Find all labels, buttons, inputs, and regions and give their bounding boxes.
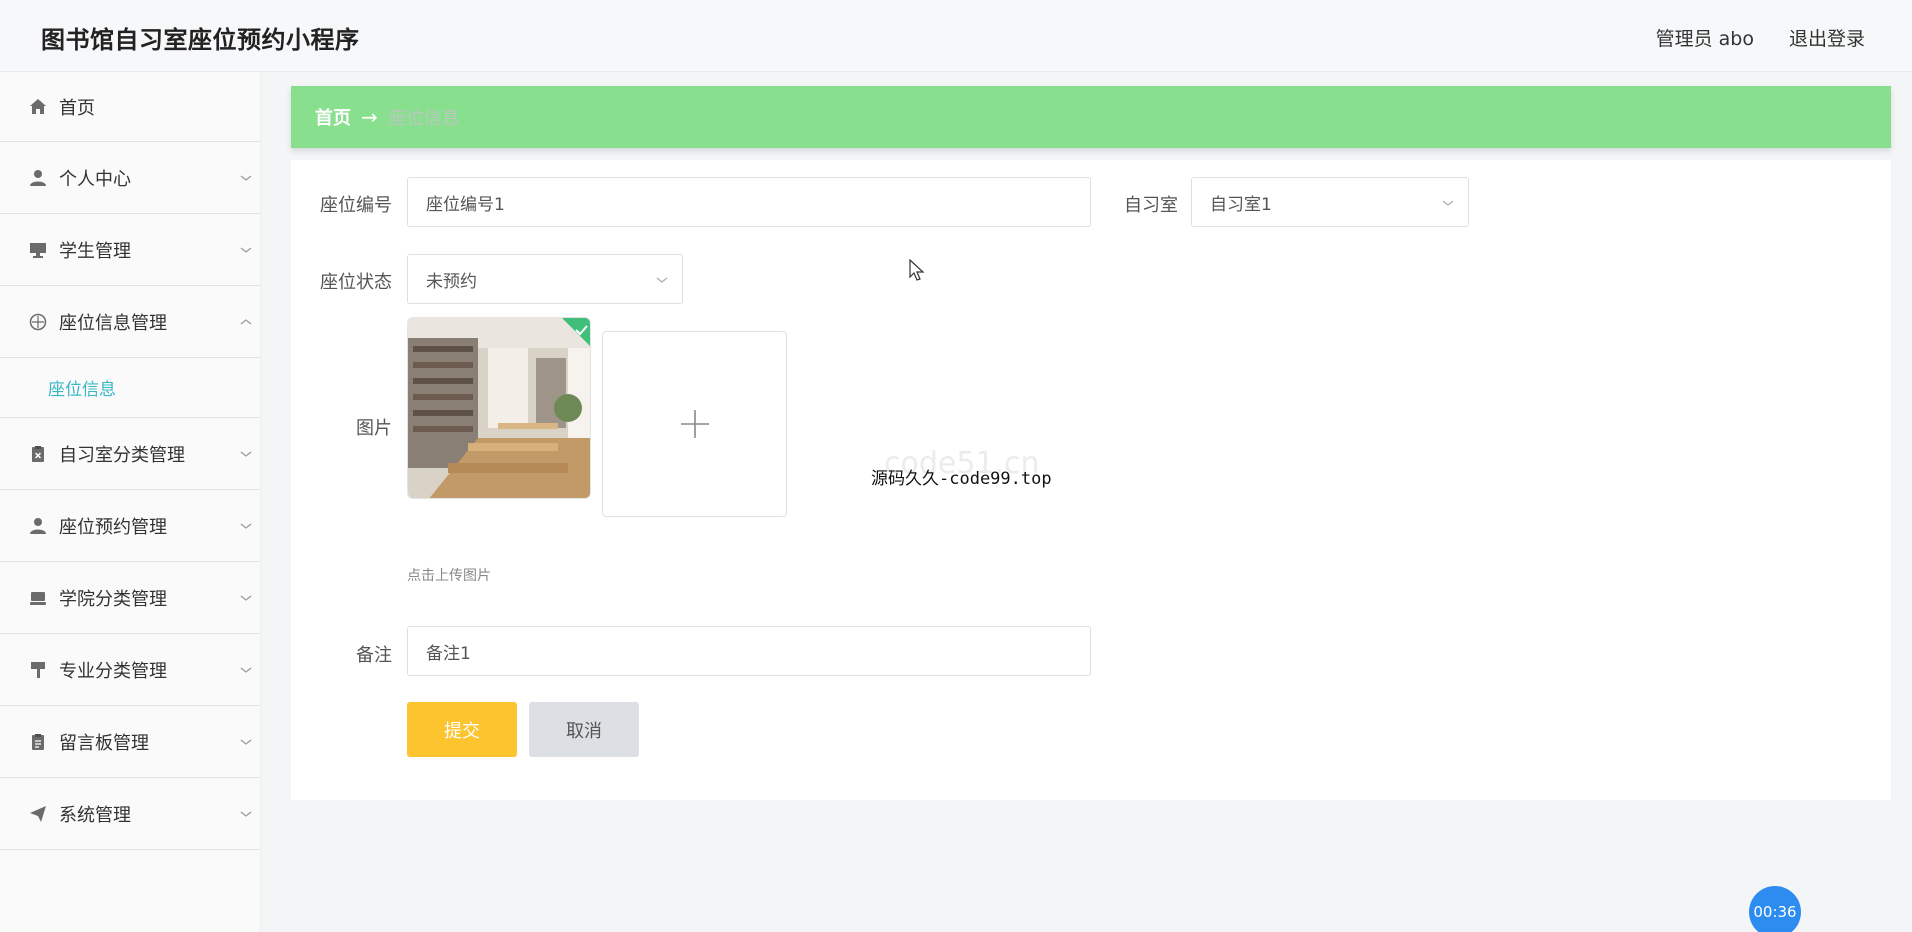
- sidebar-item-label: 留言板管理: [59, 732, 149, 754]
- compass-icon: [28, 312, 48, 332]
- sidebar-item-system-management[interactable]: 系统管理: [0, 778, 260, 850]
- chevron-down-icon: [240, 247, 252, 253]
- breadcrumb-arrow-icon: →: [361, 105, 378, 129]
- sidebar-item-label: 座位信息管理: [59, 312, 167, 334]
- seat-status-select[interactable]: 未预约: [407, 254, 683, 304]
- chevron-up-icon: [240, 318, 252, 324]
- seat-number-label: 座位编号: [320, 195, 392, 216]
- sidebar-item-label: 首页: [59, 97, 95, 119]
- breadcrumb-current: 座位信息: [387, 108, 460, 129]
- breadcrumb-home-link[interactable]: 首页: [315, 104, 351, 130]
- chevron-down-icon: [656, 277, 668, 283]
- clipboard-icon: [28, 732, 48, 752]
- sidebar-item-label: 座位预约管理: [59, 516, 167, 538]
- chevron-down-icon: [240, 739, 252, 745]
- sidebar-item-home[interactable]: 首页: [0, 72, 260, 142]
- monitor-icon: [28, 240, 48, 260]
- sidebar-item-label: 学院分类管理: [59, 588, 167, 610]
- image-upload-button[interactable]: [602, 331, 787, 517]
- chevron-down-icon: [240, 667, 252, 673]
- admin-label: 管理员 abo: [1655, 28, 1754, 50]
- paint-roller-icon: [28, 660, 48, 680]
- app-title: 图书馆自习室座位预约小程序: [41, 26, 360, 54]
- submit-button[interactable]: 提交: [407, 702, 517, 757]
- sidebar-item-label: 系统管理: [59, 804, 131, 826]
- monitor-icon: [28, 588, 48, 608]
- user-icon: [28, 168, 48, 188]
- seat-status-label: 座位状态: [320, 272, 392, 293]
- send-icon: [28, 804, 48, 824]
- timer-badge[interactable]: 00:36: [1749, 886, 1801, 932]
- sidebar-item-study-room-category[interactable]: 自习室分类管理: [0, 418, 260, 490]
- seat-status-value: 未预约: [426, 271, 477, 292]
- library-photo: [408, 318, 590, 498]
- chevron-down-icon: [240, 811, 252, 817]
- study-room-select[interactable]: 自习室1: [1191, 177, 1469, 227]
- chevron-down-icon: [240, 595, 252, 601]
- sidebar-item-label: 学生管理: [59, 240, 131, 262]
- watermark-overlay: 源码久久-code99.top: [871, 469, 1052, 489]
- seat-number-input[interactable]: 座位编号1: [407, 177, 1091, 227]
- logout-link[interactable]: 退出登录: [1789, 24, 1865, 51]
- chevron-down-icon: [240, 451, 252, 457]
- sidebar: 首页 个人中心 学生管理 座位信息管理 座位信息 自习室分类管理 座位预约管理 …: [0, 72, 261, 932]
- home-icon: [28, 97, 48, 117]
- sidebar-item-message-board[interactable]: 留言板管理: [0, 706, 260, 778]
- sidebar-item-student-management[interactable]: 学生管理: [0, 214, 260, 286]
- breadcrumb: 首页 → 座位信息: [291, 86, 1891, 148]
- uploaded-image-thumbnail[interactable]: [407, 317, 591, 499]
- clipboard-x-icon: [28, 444, 48, 464]
- cancel-button[interactable]: 取消: [529, 702, 639, 757]
- chevron-down-icon: [240, 175, 252, 181]
- upload-hint: 点击上传图片: [407, 568, 491, 584]
- study-room-label: 自习室: [1124, 195, 1178, 216]
- chevron-down-icon: [1442, 200, 1454, 206]
- sidebar-item-seat-reservation[interactable]: 座位预约管理: [0, 490, 260, 562]
- image-label: 图片: [356, 418, 392, 439]
- sidebar-item-seat-info-management[interactable]: 座位信息管理: [0, 286, 260, 358]
- sidebar-item-personal-center[interactable]: 个人中心: [0, 142, 260, 214]
- mouse-cursor-icon: [909, 259, 925, 281]
- sidebar-item-label: 自习室分类管理: [59, 444, 185, 466]
- sidebar-item-college-category[interactable]: 学院分类管理: [0, 562, 260, 634]
- sidebar-subitem-seat-info[interactable]: 座位信息: [0, 358, 260, 418]
- study-room-value: 自习室1: [1210, 194, 1272, 215]
- top-header: 图书馆自习室座位预约小程序 管理员 abo 退出登录: [0, 0, 1912, 72]
- remark-label: 备注: [356, 645, 392, 666]
- remark-input[interactable]: 备注1: [407, 626, 1091, 676]
- sidebar-item-label: 专业分类管理: [59, 660, 167, 682]
- sidebar-item-label: 个人中心: [59, 168, 131, 190]
- sidebar-item-major-category[interactable]: 专业分类管理: [0, 634, 260, 706]
- plus-icon: [680, 410, 709, 438]
- user-icon: [28, 516, 48, 536]
- chevron-down-icon: [240, 523, 252, 529]
